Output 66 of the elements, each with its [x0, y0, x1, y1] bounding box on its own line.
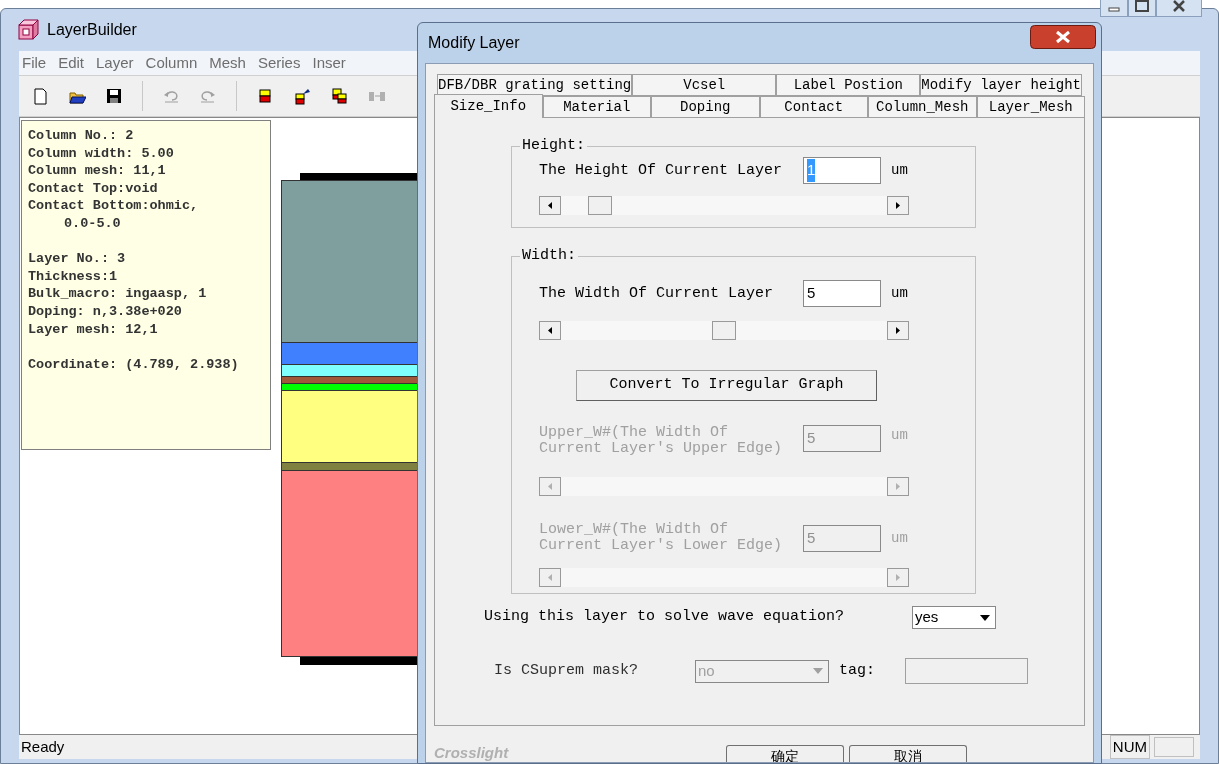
scrollbar[interactable] — [539, 196, 909, 215]
dialog-button[interactable]: 取消 — [849, 745, 967, 762]
tab[interactable]: Layer_Mesh — [976, 96, 1085, 118]
layers-stack-icon[interactable] — [330, 87, 348, 105]
slider-thumb[interactable] — [588, 196, 613, 215]
menu-item[interactable]: Column — [144, 51, 199, 75]
tab[interactable]: Material — [542, 96, 651, 118]
unit-label: um — [891, 284, 908, 303]
menu-item[interactable]: Mesh — [208, 51, 247, 75]
field-label: tag: — [839, 660, 876, 681]
menu-item[interactable]: Edit — [57, 51, 86, 75]
dialog-title: Modify Layer — [428, 33, 520, 53]
maximize-icon[interactable] — [1128, 0, 1156, 17]
tab[interactable]: Modify layer height — [920, 74, 1082, 96]
info-line: Column width: 5.00 — [28, 144, 175, 163]
info-line: Doping: n,3.38e+020 — [28, 302, 183, 321]
unit-label: um — [891, 161, 908, 180]
brand-label: Crosslight — [434, 744, 510, 761]
unit-label: um — [891, 528, 908, 548]
field-label: Upper_W#(The Width Of Current Layer's Upper Edge) — [539, 425, 784, 457]
close-icon[interactable] — [1030, 25, 1096, 49]
tab[interactable]: Size_Info — [434, 94, 543, 118]
layer-icon[interactable] — [256, 87, 274, 105]
tab[interactable]: Doping — [651, 96, 760, 118]
field-label: Using this layer to solve wave equation? — [484, 607, 846, 628]
menu-item[interactable]: Layer — [95, 51, 135, 75]
menu-item[interactable]: Series — [256, 51, 302, 75]
tab[interactable]: Label Postion — [776, 74, 921, 96]
tab[interactable]: Column_Mesh — [868, 96, 977, 118]
field-label: The Height Of Current Layer — [539, 162, 784, 179]
window-title: LayerBuilder — [47, 20, 137, 40]
caret-icon — [980, 614, 990, 621]
dropdown[interactable]: yes — [912, 606, 996, 629]
tab[interactable]: Vcsel — [632, 74, 777, 96]
info-line: Bulk_macro: ingaasp, 1 — [28, 285, 208, 303]
convert-button[interactable]: Convert To Irregular Graph — [576, 370, 877, 401]
new-file-icon[interactable] — [31, 87, 49, 105]
tab[interactable]: DFB/DBR grating setting — [437, 74, 633, 96]
field-label: Is CSuprem mask? — [494, 660, 640, 681]
status-pane — [1154, 737, 1194, 757]
caret-icon — [813, 668, 823, 674]
info-line: Thickness:1 — [28, 267, 119, 286]
field-label: Lower_W#(The Width Of Current Layer's Lower Edge) — [539, 522, 784, 554]
status-message: Ready — [20, 736, 65, 757]
info-line: Contact Bottom:ohmic, — [28, 197, 200, 215]
menu-item[interactable]: File — [21, 51, 48, 75]
status-indicator: NUM — [1109, 734, 1150, 760]
info-line: Layer No.: 3 — [28, 250, 127, 268]
menu-item[interactable]: Inser — [311, 51, 347, 75]
field-label: The Width Of Current Layer — [539, 285, 775, 302]
cube-icon — [17, 19, 39, 41]
info-line: Column mesh: 11,1 — [28, 162, 167, 180]
info-line: Layer mesh: 12,1 — [28, 320, 159, 339]
info-line: 0.0-5.0 — [63, 214, 122, 233]
slider-thumb[interactable] — [712, 321, 736, 340]
tab[interactable]: Contact — [759, 96, 868, 118]
save-icon[interactable] — [105, 87, 123, 105]
close-icon[interactable] — [1156, 0, 1202, 17]
group-legend: Height: — [520, 137, 587, 155]
unit-label: um — [891, 426, 908, 445]
scrollbar[interactable] — [539, 321, 909, 340]
info-line: Contact Top:void — [28, 179, 159, 198]
value-field[interactable]: 5 — [803, 280, 881, 307]
info-line: Column No.: 2 — [28, 127, 135, 145]
info-line: Coordinate: (4.789, 2.938) — [28, 355, 240, 374]
layer-edit-icon[interactable] — [293, 87, 311, 105]
